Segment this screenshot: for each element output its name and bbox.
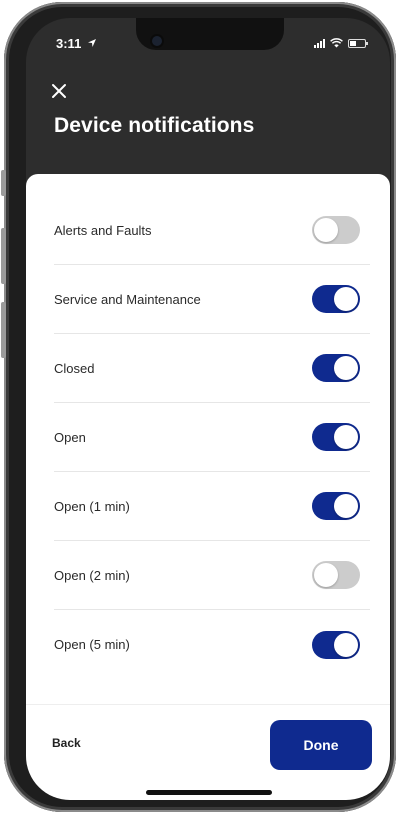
toggle-knob [334,356,358,380]
notification-row-open: Open [54,403,370,472]
notification-row-service-maintenance: Service and Maintenance [54,265,370,334]
toggle-knob [334,632,358,657]
close-icon[interactable] [50,82,68,100]
service-maintenance-toggle[interactable] [312,285,360,313]
screen: 3:11 Device notifications Alerts and Fau… [26,18,390,800]
notification-label: Alerts and Faults [54,222,152,238]
notification-list: Alerts and Faults Service and Maintenanc… [26,196,390,679]
notification-row-alerts-faults: Alerts and Faults [54,196,370,265]
toggle-knob [334,425,358,449]
back-button[interactable]: Back [52,736,81,750]
battery-icon [348,39,368,48]
toggle-knob [314,218,338,242]
notification-row-closed: Closed [54,334,370,403]
alerts-faults-toggle[interactable] [312,216,360,244]
open-1-min-toggle[interactable] [312,492,360,520]
notification-label: Closed [54,360,95,376]
notification-label: Service and Maintenance [54,291,201,307]
notification-label: Open (5 min) [54,637,130,652]
open-5-min-toggle[interactable] [312,630,360,659]
closed-toggle[interactable] [312,354,360,382]
cellular-signal-icon [314,38,325,48]
notification-row-open-5-min: Open (5 min) [54,610,370,679]
status-time: 3:11 [56,36,97,51]
open-2-min-toggle[interactable] [312,561,360,589]
location-arrow-icon [87,39,96,47]
open-toggle[interactable] [312,423,360,451]
notification-label: Open [54,429,86,445]
toggle-knob [314,563,338,587]
camera-icon [152,36,162,46]
footer-divider [26,704,390,705]
notification-label: Open (1 min) [54,498,130,514]
toggle-knob [334,287,358,311]
toggle-knob [334,494,358,518]
home-indicator [146,790,272,795]
volume-up-button [1,228,6,284]
notification-row-open-2-min: Open (2 min) [54,541,370,610]
phone-frame: 3:11 Device notifications Alerts and Fau… [1,2,396,812]
mute-switch [1,170,6,196]
done-button[interactable]: Done [270,720,372,770]
notifications-sheet: Alerts and Faults Service and Maintenanc… [26,174,390,800]
notification-row-open-1-min: Open (1 min) [54,472,370,541]
wifi-icon [330,38,343,48]
volume-down-button [1,302,6,358]
page-title: Device notifications [54,114,255,137]
notification-label: Open (2 min) [54,567,130,583]
status-icons [314,38,368,48]
